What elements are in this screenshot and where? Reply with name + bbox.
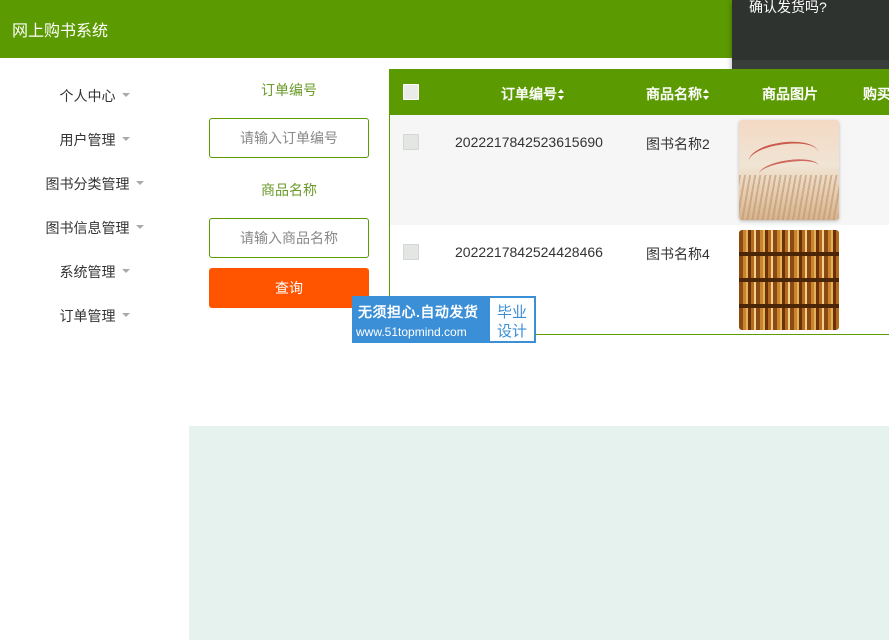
order-no-cell: 2022217842524428466 (455, 244, 603, 260)
product-image[interactable] (739, 230, 839, 330)
sidebar-item-label: 订单管理 (59, 308, 116, 324)
sidebar-item-book-info[interactable]: 图书信息管理 (0, 218, 189, 242)
app-title: 网上购书系统 (12, 23, 109, 40)
confirm-message: 确认发货吗? (749, 0, 827, 15)
watermark-badge: 无须担心.自动发货 www.51topmind.com 毕业 设计 (352, 296, 536, 343)
watermark-badge-line1: 毕业 (496, 304, 527, 321)
product-name-cell: 图书名称2 (646, 136, 710, 152)
product-name-input[interactable] (209, 218, 369, 258)
sidebar-item-label: 个人中心 (59, 88, 116, 104)
sidebar-item-user-management[interactable]: 用户管理 (0, 130, 189, 154)
sidebar-item-label: 系统管理 (59, 264, 116, 280)
column-header-purchase: 购买 (863, 86, 889, 102)
column-header-order-no[interactable]: 订单编号 (501, 84, 565, 104)
product-image[interactable] (739, 120, 839, 220)
table-header: 订单编号 商品名称 商品图片 购买 (390, 70, 889, 115)
sidebar-item-label: 用户管理 (59, 132, 116, 148)
watermark-slogan: 无须担心.自动发货 (358, 304, 479, 320)
caret-down-icon (121, 93, 130, 98)
column-header-product-image: 商品图片 (762, 86, 818, 102)
caret-down-icon (121, 269, 130, 274)
confirm-popup: 确认发货吗? (732, 0, 889, 79)
sidebar-item-label: 图书信息管理 (45, 220, 130, 236)
search-panel: 订单编号 商品名称 查询 (189, 58, 389, 426)
caret-down-icon (121, 313, 130, 318)
watermark-url: www.51topmind.com (356, 325, 467, 339)
sidebar-item-order-management[interactable]: 订单管理 (0, 306, 189, 330)
caret-down-icon (135, 225, 144, 230)
caret-down-icon (135, 181, 144, 186)
row-checkbox[interactable] (403, 244, 419, 260)
row-checkbox[interactable] (403, 134, 419, 150)
table-row[interactable]: 2022217842523615690 图书名称2 (390, 115, 889, 225)
column-header-product-name[interactable]: 商品名称 (646, 84, 710, 104)
sidebar: 个人中心 用户管理 图书分类管理 图书信息管理 系统管理 订单管理 (0, 58, 189, 640)
watermark-badge-line2: 设计 (496, 323, 527, 340)
order-no-label: 订单编号 (261, 82, 317, 98)
product-name-cell: 图书名称4 (646, 246, 710, 262)
product-name-label: 商品名称 (261, 182, 317, 198)
content-background (189, 426, 889, 640)
select-all-checkbox[interactable] (403, 84, 419, 100)
query-button[interactable]: 查询 (209, 268, 369, 308)
sidebar-item-system-management[interactable]: 系统管理 (0, 262, 189, 286)
sidebar-item-label: 图书分类管理 (45, 176, 130, 192)
sidebar-item-personal-center[interactable]: 个人中心 (0, 86, 189, 110)
sidebar-item-book-category[interactable]: 图书分类管理 (0, 174, 189, 198)
caret-down-icon (121, 137, 130, 142)
sort-icon[interactable] (558, 89, 565, 100)
sort-icon[interactable] (703, 89, 710, 100)
order-no-cell: 2022217842523615690 (455, 134, 603, 150)
order-no-input[interactable] (209, 118, 369, 158)
